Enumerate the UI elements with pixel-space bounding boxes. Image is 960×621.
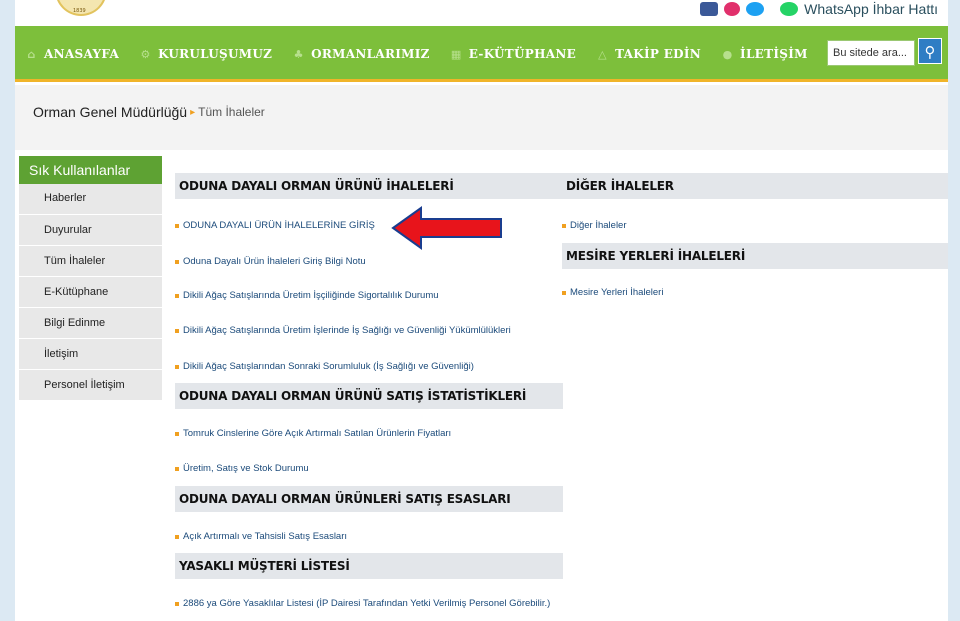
bullet-icon: [175, 223, 179, 228]
bullet-icon: [175, 293, 179, 298]
search-input[interactable]: Bu sitede ara...: [827, 40, 915, 66]
breadcrumb: Orman Genel Müdürlüğü ▸ Tüm İhaleler: [33, 104, 265, 120]
nav-label: İLETİŞİM: [740, 47, 808, 61]
tender-link[interactable]: Dikili Ağaç Satışlarında Üretim İşlerind…: [175, 325, 511, 336]
bullet-icon: [175, 534, 179, 539]
sidebar-item-announcements[interactable]: Duyurular: [19, 215, 162, 246]
tender-link[interactable]: Mesire Yerleri İhaleleri: [562, 287, 663, 298]
library-icon: ▦: [450, 47, 462, 61]
nav-label: E-KÜTÜPHANE: [468, 47, 577, 61]
nav-item-home[interactable]: ⌂ ANASAYFA: [15, 26, 129, 82]
bullet-icon: [175, 364, 179, 369]
main-nav: ⌂ ANASAYFA ⚙ KURULUŞUMUZ ♣ ORMANLARIMIZ ▦ E-…: [15, 26, 948, 82]
link-text: 2886 ya Göre Yasaklılar Listesi (İP Dair…: [183, 598, 551, 609]
link-text: Açık Artırmalı ve Tahsisli Satış Esaslar…: [183, 531, 348, 542]
bullet-icon: [175, 466, 179, 471]
bullet-icon: [562, 223, 566, 228]
sidebar: Sık Kullanılanlar Haberler Duyurular Tüm…: [19, 156, 162, 401]
nav-item-follow[interactable]: △ TAKİP EDİN: [586, 26, 711, 82]
page-frame: 1839 WhatsApp İhbar Hattı ⌂ ANASAYFA ⚙ KUR…: [15, 0, 948, 621]
link-text: ODUNA DAYALI ÜRÜN İHALELERİNE GİRİŞ: [183, 220, 375, 231]
red-arrow-icon: [391, 206, 502, 250]
nav-item-forests[interactable]: ♣ ORMANLARIMIZ: [282, 26, 440, 82]
instagram-icon[interactable]: [724, 2, 741, 16]
nav-label: ANASAYFA: [44, 47, 120, 61]
sidebar-item-all-tenders[interactable]: Tüm İhaleler: [19, 246, 162, 277]
breadcrumb-bar: Orman Genel Müdürlüğü ▸ Tüm İhaleler: [15, 85, 948, 150]
breadcrumb-separator-icon: ▸: [190, 106, 196, 118]
logo-year: 1839: [73, 8, 86, 14]
section-heading: ODUNA DAYALI ORMAN ÜRÜNÜ İHALELERİ: [175, 173, 563, 199]
bullet-icon: [175, 259, 179, 264]
social-links: WhatsApp İhbar Hattı: [700, 0, 938, 18]
tender-link[interactable]: ODUNA DAYALI ÜRÜN İHALELERİNE GİRİŞ: [175, 220, 375, 231]
tender-link[interactable]: Diğer İhaleler: [562, 220, 627, 231]
top-bar: 1839 WhatsApp İhbar Hattı: [15, 0, 948, 26]
tender-link[interactable]: 2886 ya Göre Yasaklılar Listesi (İP Dair…: [175, 598, 550, 609]
nav-item-contact[interactable]: ● İLETİŞİM: [711, 26, 818, 82]
bullet-icon: [175, 328, 179, 333]
tender-link[interactable]: Dikili Ağaç Satışlarında Üretim İşçiliği…: [175, 290, 439, 301]
section-heading: MESİRE YERLERİ İHALELERİ: [562, 243, 948, 269]
nav-label: TAKİP EDİN: [615, 47, 702, 61]
link-text: Oduna Dayalı Ürün İhaleleri Giriş Bilgi …: [183, 256, 366, 267]
tender-link[interactable]: Üretim, Satış ve Stok Durumu: [175, 463, 309, 474]
whatsapp-label[interactable]: WhatsApp İhbar Hattı: [804, 1, 938, 17]
sidebar-item-contact[interactable]: İletişim: [19, 339, 162, 370]
home-icon: ⌂: [27, 47, 36, 61]
section-heading: ODUNA DAYALI ORMAN ÜRÜNÜ SATIŞ İSTATİSTİ…: [175, 383, 563, 409]
bullet-icon: [175, 601, 179, 606]
nav-label: KURULUŞUMUZ: [158, 47, 273, 61]
sidebar-item-library[interactable]: E-Kütüphane: [19, 277, 162, 308]
nav-item-about[interactable]: ⚙ KURULUŞUMUZ: [129, 26, 282, 82]
breadcrumb-root[interactable]: Orman Genel Müdürlüğü: [33, 104, 187, 120]
link-text: Mesire Yerleri İhaleleri: [570, 287, 664, 298]
sidebar-item-info-request[interactable]: Bilgi Edinme: [19, 308, 162, 339]
nav-label: ORMANLARIMIZ: [311, 47, 430, 61]
link-text: Dikili Ağaç Satışlarında Üretim İşçiliği…: [183, 290, 439, 301]
chat-icon: ●: [722, 47, 733, 61]
link-text: Dikili Ağaç Satışlarından Sonraki Soruml…: [183, 361, 474, 372]
whatsapp-icon[interactable]: [780, 2, 799, 16]
sidebar-list: Haberler Duyurular Tüm İhaleler E-Kütüph…: [19, 184, 162, 401]
link-text: Tomruk Cinslerine Göre Açık Artırmalı Sa…: [183, 428, 452, 439]
section-heading: ODUNA DAYALI ORMAN ÜRÜNLERİ SATIŞ ESASLA…: [175, 486, 563, 512]
section-heading: YASAKLI MÜŞTERİ LİSTESİ: [175, 553, 563, 579]
link-text: Dikili Ağaç Satışlarında Üretim İşlerind…: [183, 325, 511, 336]
sidebar-title: Sık Kullanılanlar: [19, 156, 162, 184]
link-text: Üretim, Satış ve Stok Durumu: [183, 463, 309, 474]
sidebar-item-news[interactable]: Haberler: [19, 184, 162, 215]
tender-link[interactable]: Oduna Dayalı Ürün İhaleleri Giriş Bilgi …: [175, 256, 366, 267]
bullet-icon: [562, 290, 566, 295]
follow-icon: △: [598, 47, 607, 61]
section-heading: DİĞER İHALELER: [562, 173, 948, 199]
search-button[interactable]: ⚲: [918, 38, 942, 64]
breadcrumb-current: Tüm İhaleler: [198, 105, 265, 119]
nav-item-library[interactable]: ▦ E-KÜTÜPHANE: [440, 26, 586, 82]
tender-link[interactable]: Açık Artırmalı ve Tahsisli Satış Esaslar…: [175, 531, 347, 542]
gears-icon: ⚙: [140, 47, 151, 61]
tender-link[interactable]: Dikili Ağaç Satışlarından Sonraki Soruml…: [175, 361, 474, 372]
sidebar-item-staff-contact[interactable]: Personel İletişim: [19, 370, 162, 401]
link-text: Diğer İhaleler: [570, 220, 627, 231]
tender-link[interactable]: Tomruk Cinslerine Göre Açık Artırmalı Sa…: [175, 428, 451, 439]
bullet-icon: [175, 431, 179, 436]
facebook-icon[interactable]: [700, 2, 719, 16]
tree-icon: ♣: [293, 47, 304, 61]
search-icon: ⚲: [924, 43, 936, 61]
twitter-icon[interactable]: [746, 2, 765, 16]
